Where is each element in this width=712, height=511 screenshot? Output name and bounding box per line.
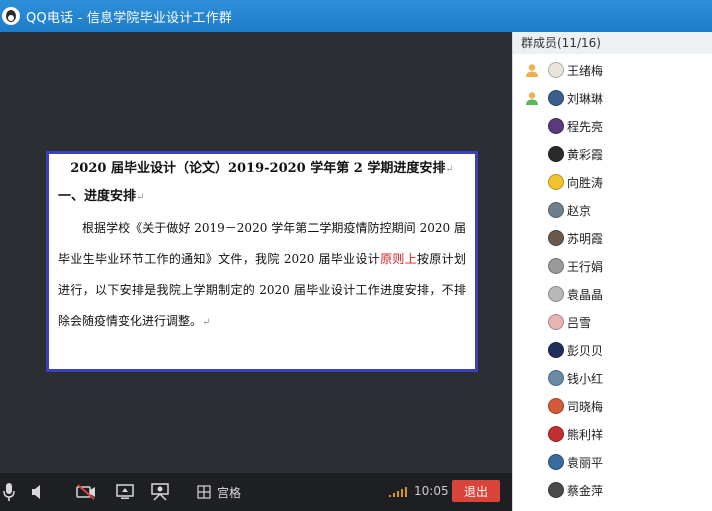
avatar: [548, 202, 564, 218]
member-item[interactable]: 彭贝贝: [548, 336, 603, 364]
exit-call-button[interactable]: 退出: [452, 480, 500, 502]
avatar: [548, 482, 564, 498]
member-name: 程先亮: [567, 119, 604, 134]
video-stage[interactable]: 2020 届毕业设计（论文）2019-2020 学年第 2 学期进度安排↵ 一、…: [0, 32, 512, 473]
microphone-icon[interactable]: [2, 482, 16, 502]
highlighted-text: 原则上: [380, 252, 418, 266]
member-item[interactable]: 袁丽平: [548, 448, 603, 476]
member-item[interactable]: 钱小红: [548, 364, 603, 392]
grid-view-button[interactable]: 宫格: [197, 482, 241, 502]
camera-off-icon[interactable]: [76, 482, 96, 502]
member-item[interactable]: 王行娟: [548, 252, 603, 280]
heading-return-mark: ↵: [136, 192, 145, 203]
member-name: 向胜涛: [567, 175, 604, 190]
member-list-panel: 群成员(11/16) 王绪梅刘琳琳程先亮黄彩霞向胜涛赵京苏明霞王行娟袁晶晶吕雪彭…: [512, 32, 712, 511]
call-duration: 10:05: [414, 484, 449, 498]
member-name: 黄彩霞: [567, 147, 604, 162]
avatar: [548, 314, 564, 330]
member-item[interactable]: 刘琳琳: [526, 84, 604, 112]
member-name: 王绪梅: [567, 63, 604, 78]
member-name: 熊利祥: [567, 427, 604, 442]
signal-strength-icon: [389, 487, 407, 497]
admin-user-icon: [525, 63, 539, 77]
avatar: [548, 370, 564, 386]
member-item[interactable]: 熊利祥: [548, 420, 603, 448]
avatar: [548, 258, 564, 274]
screen-record-icon[interactable]: [150, 482, 170, 502]
qq-logo-icon: [2, 7, 20, 25]
member-item[interactable]: 蔡金萍: [548, 476, 603, 504]
member-name: 钱小红: [567, 371, 604, 386]
member-item[interactable]: 袁晶晶: [548, 280, 603, 308]
member-name: 刘琳琳: [567, 91, 604, 106]
member-item[interactable]: 程先亮: [548, 112, 603, 140]
window-title: QQ电话 - 信息学院毕业设计工作群: [26, 10, 233, 26]
call-control-bar: 宫格 10:05 退出: [0, 473, 512, 511]
member-name: 彭贝贝: [567, 343, 604, 358]
member-name: 蔡金萍: [567, 483, 604, 498]
grid-icon: [197, 485, 211, 499]
member-item[interactable]: 吕雪: [548, 308, 591, 336]
document-heading: 一、进度安排↵: [58, 189, 145, 204]
member-name: 司晓梅: [567, 399, 604, 414]
screen-share-icon[interactable]: [116, 482, 134, 502]
member-count-header: 群成员(11/16): [513, 32, 712, 54]
avatar: [548, 230, 564, 246]
paragraph-return-mark: ↵: [202, 317, 211, 328]
member-item[interactable]: 王绪梅: [526, 56, 604, 84]
avatar: [548, 286, 564, 302]
document-paragraph: 根据学校《关于做好 2019－2020 学年第二学期疫情防控期间 2020 届毕…: [58, 221, 466, 328]
member-name: 吕雪: [567, 315, 592, 330]
avatar: [548, 146, 564, 162]
title-bar: QQ电话 - 信息学院毕业设计工作群: [0, 0, 712, 32]
member-item[interactable]: 向胜涛: [548, 168, 603, 196]
avatar: [548, 398, 564, 414]
member-name: 袁丽平: [567, 455, 604, 470]
speaker-icon[interactable]: [30, 482, 44, 502]
shared-document: 2020 届毕业设计（论文）2019-2020 学年第 2 学期进度安排↵ 一、…: [46, 151, 478, 372]
grid-view-label: 宫格: [217, 485, 242, 500]
member-item[interactable]: 苏明霞: [548, 224, 603, 252]
avatar: [548, 62, 564, 78]
avatar: [548, 174, 564, 190]
avatar: [548, 90, 564, 106]
member-name: 赵京: [567, 203, 592, 218]
admin-user-icon: [525, 91, 539, 105]
member-name: 袁晶晶: [567, 287, 604, 302]
document-title: 2020 届毕业设计（论文）2019-2020 学年第 2 学期进度安排↵: [70, 161, 454, 176]
avatar: [548, 426, 564, 442]
title-return-mark: ↵: [445, 164, 454, 175]
member-item[interactable]: 司晓梅: [548, 392, 603, 420]
member-item[interactable]: 黄彩霞: [548, 140, 603, 168]
member-name: 王行娟: [567, 259, 604, 274]
member-item[interactable]: 赵京: [548, 196, 591, 224]
avatar: [548, 454, 564, 470]
avatar: [548, 118, 564, 134]
avatar: [548, 342, 564, 358]
member-name: 苏明霞: [567, 231, 604, 246]
